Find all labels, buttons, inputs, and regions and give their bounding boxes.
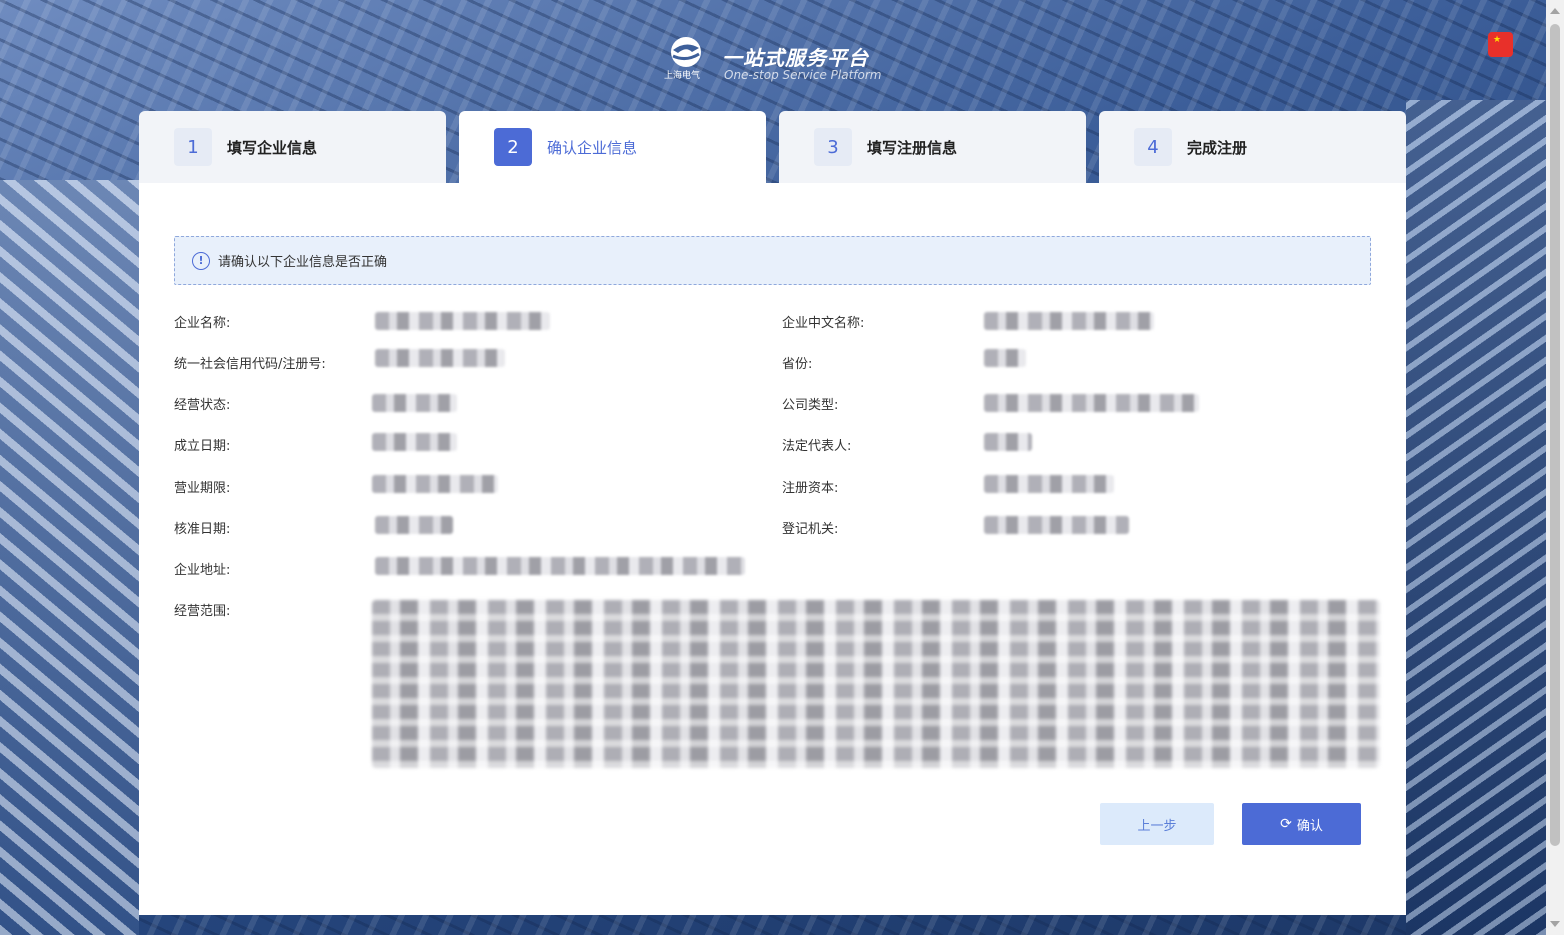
label-legal-rep: 法定代表人: bbox=[782, 439, 852, 454]
label-address: 企业地址: bbox=[174, 563, 231, 578]
value-legal-rep-redacted bbox=[984, 433, 1032, 451]
step-label: 填写注册信息 bbox=[867, 138, 958, 157]
label-term: 营业期限: bbox=[174, 481, 231, 496]
background-building-left bbox=[0, 180, 139, 935]
label-province: 省份: bbox=[782, 357, 813, 372]
step-2: 2 确认企业信息 bbox=[459, 111, 766, 183]
confirm-button-label: 确认 bbox=[1296, 818, 1323, 834]
value-credit-code-redacted bbox=[375, 349, 505, 367]
scroll-up-icon[interactable] bbox=[1550, 8, 1560, 14]
value-company-cn-name-redacted bbox=[984, 312, 1154, 330]
notice-banner: ! 请确认以下企业信息是否正确 bbox=[174, 236, 1371, 285]
platform-subtitle: One-stop Service Platform bbox=[724, 68, 882, 82]
value-term-redacted bbox=[372, 475, 498, 493]
value-address-redacted bbox=[375, 557, 745, 575]
label-company-type: 公司类型: bbox=[782, 398, 839, 413]
step-tabs: 1 填写企业信息 2 确认企业信息 3 填写注册信息 4 完成注册 bbox=[139, 111, 1406, 183]
value-approval-date-redacted bbox=[375, 516, 453, 534]
label-approval-date: 核准日期: bbox=[174, 522, 231, 537]
label-company-name: 企业名称: bbox=[174, 316, 231, 331]
label-status: 经营状态: bbox=[174, 398, 231, 413]
prev-step-button[interactable]: 上一步 bbox=[1100, 803, 1214, 845]
confirm-info-card: ! 请确认以下企业信息是否正确 企业名称: 企业中文名称: 统一社会信用代码/注… bbox=[139, 183, 1406, 915]
page-scrollbar[interactable] bbox=[1546, 0, 1564, 935]
value-company-type-redacted bbox=[984, 394, 1199, 412]
company-name-small: 上海电气 bbox=[664, 71, 701, 81]
info-icon: ! bbox=[192, 251, 210, 270]
step-4: 4 完成注册 bbox=[1099, 111, 1406, 183]
value-founded-redacted bbox=[372, 433, 457, 451]
platform-title: 一站式服务平台 bbox=[722, 46, 869, 70]
flag-star: ★ bbox=[1493, 35, 1502, 45]
label-founded: 成立日期: bbox=[174, 439, 231, 454]
notice-text: 请确认以下企业信息是否正确 bbox=[218, 255, 388, 270]
step-number: 2 bbox=[494, 128, 532, 166]
label-credit-code: 统一社会信用代码/注册号: bbox=[174, 357, 326, 372]
step-number: 3 bbox=[814, 128, 852, 166]
label-company-cn-name: 企业中文名称: bbox=[782, 316, 865, 331]
scroll-thumb[interactable] bbox=[1550, 24, 1560, 846]
step-label: 完成注册 bbox=[1187, 138, 1248, 157]
step-number: 1 bbox=[174, 128, 212, 166]
value-status-redacted bbox=[372, 394, 457, 412]
confirm-button[interactable]: ⟳ 确认 bbox=[1242, 803, 1361, 845]
label-scope: 经营范围: bbox=[174, 604, 231, 619]
label-capital: 注册资本: bbox=[782, 481, 839, 496]
step-1: 1 填写企业信息 bbox=[139, 111, 446, 183]
step-label: 确认企业信息 bbox=[547, 138, 638, 157]
language-flag-icon[interactable]: ★ bbox=[1488, 32, 1513, 57]
step-label: 填写企业信息 bbox=[227, 138, 318, 157]
value-company-name-redacted bbox=[375, 312, 550, 330]
scroll-down-icon[interactable] bbox=[1550, 921, 1560, 927]
value-capital-redacted bbox=[984, 475, 1114, 493]
step-number: 4 bbox=[1134, 128, 1172, 166]
background-building-right bbox=[1406, 100, 1546, 935]
value-scope-redacted bbox=[372, 600, 1380, 768]
refresh-icon: ⟳ bbox=[1280, 816, 1292, 832]
value-authority-redacted bbox=[984, 516, 1129, 534]
value-province-redacted bbox=[984, 349, 1026, 367]
label-authority: 登记机关: bbox=[782, 522, 839, 537]
step-3: 3 填写注册信息 bbox=[779, 111, 1086, 183]
